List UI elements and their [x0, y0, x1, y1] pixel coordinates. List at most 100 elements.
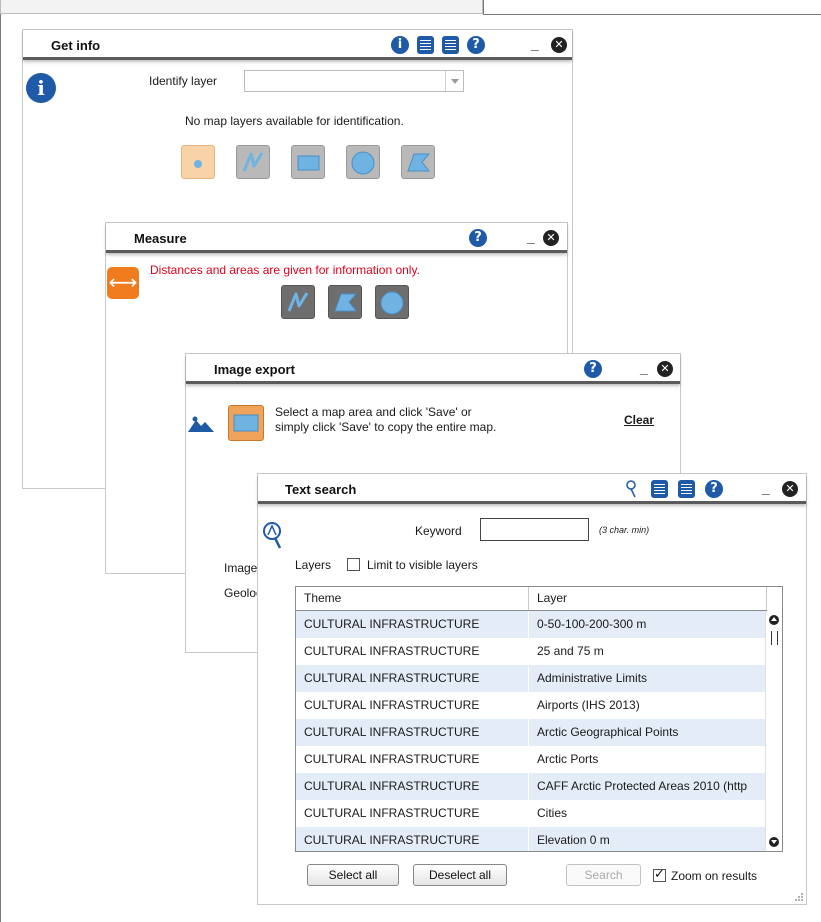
keyword-hint: (3 char. min) [599, 525, 650, 535]
table-row[interactable]: CULTURAL INFRASTRUCTURE Elevation 0 m [296, 827, 767, 851]
info-icon: i [26, 73, 56, 103]
scroll-down-icon[interactable] [769, 837, 779, 847]
point-icon [194, 160, 202, 168]
measure-warning: Distances and areas are given for inform… [150, 263, 420, 277]
limit-visible-label[interactable]: Limit to visible layers [367, 558, 478, 572]
list-icon[interactable] [417, 36, 434, 54]
select-all-button[interactable]: Select all [307, 864, 399, 886]
measure-header[interactable]: Measure ? _ ✕ [106, 223, 567, 253]
scroll-thumb[interactable] [771, 631, 778, 645]
top-bar [0, 0, 483, 14]
point-tool-button[interactable] [181, 145, 215, 179]
frame-border-left [0, 14, 1, 922]
measure-polygon-button[interactable] [328, 285, 362, 319]
minimize-icon[interactable]: _ [527, 229, 537, 245]
line-tool-button[interactable] [236, 145, 270, 179]
column-header-layer[interactable]: Layer [529, 587, 767, 610]
table-row[interactable]: CULTURAL INFRASTRUCTURE Arctic Geographi… [296, 719, 767, 746]
limit-visible-checkbox[interactable] [347, 558, 360, 571]
minimize-icon[interactable]: _ [531, 36, 541, 52]
text-search-header[interactable]: Text search ? _ ✕ [258, 474, 806, 504]
image-icon [188, 416, 214, 432]
theme-cell: CULTURAL INFRASTRUCTURE [304, 806, 480, 820]
list-icon[interactable] [651, 480, 668, 498]
help-icon[interactable]: ? [467, 36, 485, 54]
table-row[interactable]: CULTURAL INFRASTRUCTURE 25 and 75 m [296, 638, 767, 665]
text-search-panel: Text search ? _ ✕ Keyword (3 char. min) … [257, 473, 807, 905]
layers-table: Theme Layer CULTURAL INFRASTRUCTURE 0-50… [295, 586, 783, 852]
rectangle-tool-button[interactable] [291, 145, 325, 179]
panel-title: Measure [134, 231, 187, 246]
scroll-up-icon[interactable] [769, 615, 779, 625]
panel-title: Get info [51, 38, 101, 53]
line-icon [287, 292, 309, 312]
get-info-header[interactable]: Get info i ? _ ✕ [23, 30, 572, 60]
keyword-input[interactable] [480, 518, 589, 541]
line-icon [242, 152, 264, 172]
minimize-icon[interactable]: _ [640, 360, 650, 376]
polygon-tool-button[interactable] [401, 145, 435, 179]
table-row[interactable]: CULTURAL INFRASTRUCTURE Cities [296, 800, 767, 827]
panel-title: Text search [285, 482, 357, 497]
zoom-on-results-checkbox[interactable] [653, 867, 666, 882]
info-icon[interactable]: i [391, 36, 409, 54]
chevron-down-icon[interactable] [445, 71, 463, 91]
table-row[interactable]: CULTURAL INFRASTRUCTURE 0-50-100-200-300… [296, 611, 767, 638]
polygon-icon [407, 153, 431, 172]
polygon-icon [334, 293, 358, 312]
theme-cell: CULTURAL INFRASTRUCTURE [304, 779, 480, 793]
list-icon[interactable] [442, 36, 459, 54]
table-row[interactable]: CULTURAL INFRASTRUCTURE CAFF Arctic Prot… [296, 773, 767, 800]
frame-border-top [483, 0, 484, 14]
layers-label: Layers [295, 558, 332, 572]
help-icon[interactable]: ? [469, 229, 487, 247]
theme-cell: CULTURAL INFRASTRUCTURE [304, 752, 480, 766]
table-row[interactable]: CULTURAL INFRASTRUCTURE Administrative L… [296, 665, 767, 692]
resize-grip-icon[interactable] [794, 892, 804, 902]
layer-cell: Administrative Limits [537, 671, 648, 685]
layer-cell: CAFF Arctic Protected Areas 2010 (http [537, 779, 748, 793]
table-scrollbar[interactable] [765, 611, 782, 851]
search-button[interactable]: Search [566, 864, 641, 886]
close-icon[interactable]: ✕ [551, 37, 567, 53]
layer-cell: 0-50-100-200-300 m [537, 617, 647, 631]
frame-border-horizontal [483, 14, 821, 15]
table-row[interactable]: CULTURAL INFRASTRUCTURE Arctic Ports [296, 746, 767, 773]
table-header: Theme Layer [296, 587, 767, 611]
circle-tool-button[interactable] [346, 145, 380, 179]
close-icon[interactable]: ✕ [543, 230, 559, 246]
layer-cell: Arctic Ports [537, 752, 599, 766]
circle-icon [380, 291, 404, 315]
minimize-icon[interactable]: _ [762, 480, 772, 496]
zoom-on-results-label[interactable]: Zoom on results [671, 869, 757, 883]
theme-cell: CULTURAL INFRASTRUCTURE [304, 833, 480, 847]
measure-line-button[interactable] [281, 285, 315, 319]
export-instructions-line2: simply click 'Save' to copy the entire m… [275, 420, 497, 434]
close-icon[interactable]: ✕ [782, 481, 798, 497]
search-pin-icon[interactable] [624, 479, 638, 499]
keyword-label: Keyword [415, 524, 462, 538]
image-export-header[interactable]: Image export ? _ ✕ [186, 354, 680, 384]
identify-layer-select[interactable] [244, 70, 464, 92]
column-header-theme[interactable]: Theme [296, 587, 529, 610]
close-icon[interactable]: ✕ [657, 361, 673, 377]
select-area-button[interactable] [228, 405, 264, 441]
export-instructions-line1: Select a map area and click 'Save' or [275, 405, 472, 419]
table-row[interactable]: CULTURAL INFRASTRUCTURE Airports (IHS 20… [296, 692, 767, 719]
deselect-all-button[interactable]: Deselect all [413, 864, 507, 886]
help-icon[interactable]: ? [705, 480, 723, 498]
theme-cell: CULTURAL INFRASTRUCTURE [304, 725, 480, 739]
circle-icon [351, 151, 375, 175]
text-search-icon [263, 522, 282, 549]
layer-cell: Arctic Geographical Points [537, 725, 679, 739]
list-icon[interactable] [678, 480, 695, 498]
theme-cell: CULTURAL INFRASTRUCTURE [304, 698, 480, 712]
measure-circle-button[interactable] [375, 285, 409, 319]
layer-cell: 25 and 75 m [537, 644, 604, 658]
clear-link[interactable]: Clear [624, 413, 654, 427]
theme-cell: CULTURAL INFRASTRUCTURE [304, 644, 480, 658]
area-icon [233, 414, 259, 432]
rectangle-icon [297, 155, 320, 171]
measure-icon: ⟷ [107, 267, 139, 299]
help-icon[interactable]: ? [584, 360, 602, 378]
